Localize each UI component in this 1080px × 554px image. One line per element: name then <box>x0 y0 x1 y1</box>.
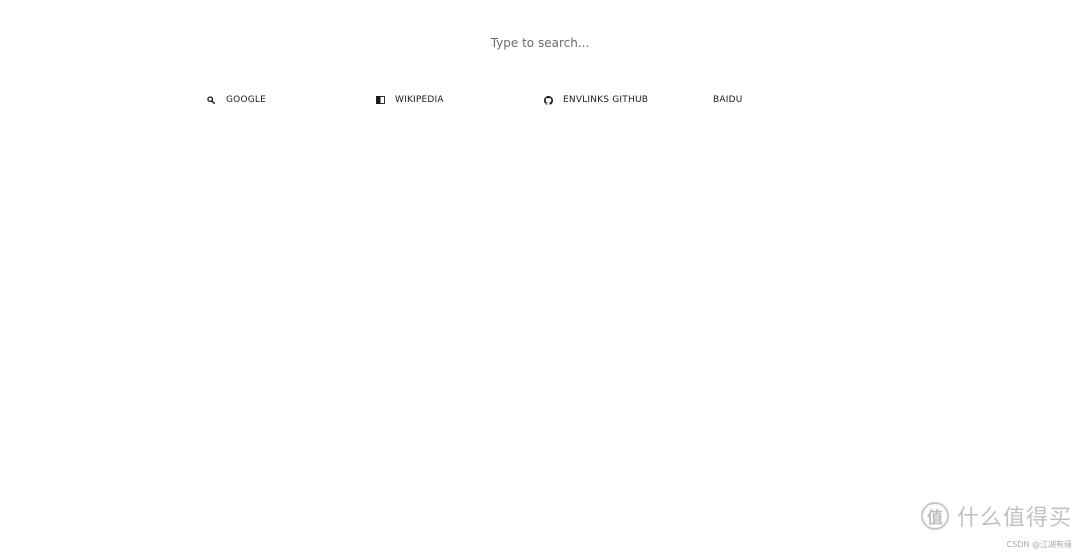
watermark-credit: CSDN @江湖有缘 <box>1006 540 1072 549</box>
search-input[interactable] <box>390 34 690 52</box>
link-baidu[interactable]: BAIDU <box>713 92 743 108</box>
start-page: GOOGLE WIKIPEDIA ENVLINKS GITHUB BAIDU <box>0 0 1080 554</box>
watermark-logo: 值 什么值得买 <box>920 500 1072 532</box>
link-wikipedia[interactable]: WIKIPEDIA <box>375 92 444 108</box>
brand-logo-icon: 值 <box>920 502 949 530</box>
search-icon <box>206 95 216 105</box>
book-icon <box>375 95 385 105</box>
link-google[interactable]: GOOGLE <box>206 92 266 108</box>
search-area <box>0 32 1080 52</box>
link-wikipedia-label: WIKIPEDIA <box>395 95 444 105</box>
quick-links: GOOGLE WIKIPEDIA ENVLINKS GITHUB BAIDU <box>0 92 1080 108</box>
link-google-label: GOOGLE <box>226 95 267 105</box>
watermark: 值 什么值得买 CSDN @江湖有缘 <box>902 500 1072 550</box>
link-envlinks-github-label: ENVLINKS GITHUB <box>563 95 649 105</box>
link-envlinks-github[interactable]: ENVLINKS GITHUB <box>543 92 648 108</box>
link-baidu-label: BAIDU <box>713 95 743 105</box>
github-icon <box>543 95 553 105</box>
brand-text: 什么值得买 <box>956 506 1072 531</box>
